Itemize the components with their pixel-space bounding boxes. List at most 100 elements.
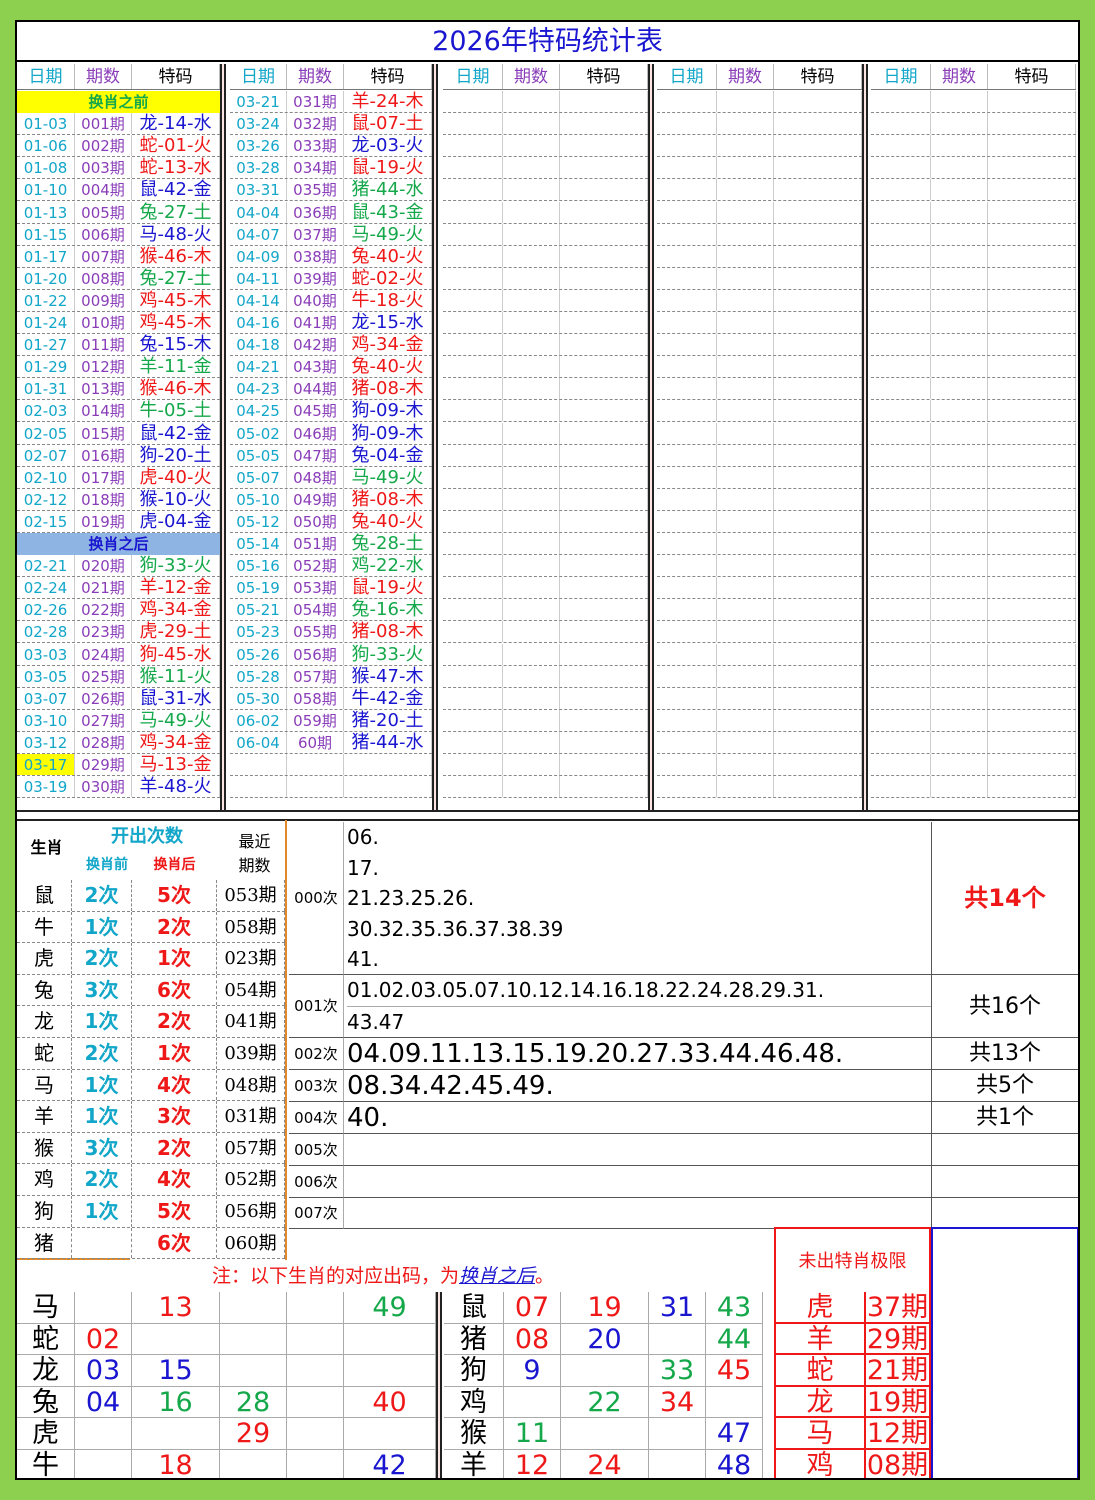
number-cell: 04: [75, 1386, 132, 1418]
stats-row: 鸡 2次 4次 052期: [17, 1164, 285, 1196]
code-cell: 鼠-43-金: [344, 201, 432, 223]
stats-r: 041期: [217, 1006, 285, 1037]
number-cell: [344, 1355, 436, 1386]
table-row: [657, 533, 862, 556]
issue-cell: 046期: [287, 422, 344, 444]
code-cell: 狗-20-土: [132, 444, 220, 466]
column-separator: [648, 64, 654, 810]
table-row: 03-24 032期 鼠-07-土: [230, 113, 432, 136]
limit-row: 马 12期: [774, 1418, 931, 1450]
date-cell: 05-28: [230, 665, 287, 687]
issue-cell: 038期: [287, 245, 344, 267]
stats-r: 048期: [217, 1069, 285, 1101]
group-total: 共13个: [969, 1041, 1041, 1066]
table-row: [443, 400, 648, 423]
group-numbers: 40.: [347, 1103, 389, 1133]
table-row: [443, 444, 648, 467]
date-cell: 03-07: [17, 687, 75, 709]
table-row: [657, 599, 862, 622]
table-row: [657, 488, 862, 511]
date-cell: 04-11: [230, 267, 287, 289]
group-numbers: 21.23.25.26.: [347, 886, 475, 911]
note-link[interactable]: 换肖之后: [459, 1265, 535, 1287]
table-row: [443, 731, 648, 754]
issue-cell: 021期: [75, 577, 132, 599]
date-cell: 03-10: [17, 709, 75, 731]
code-cell: 龙-03-火: [344, 135, 432, 157]
table-row: [871, 776, 1076, 799]
stats-z: 马: [17, 1069, 72, 1101]
code-cell: 狗-33-火: [132, 555, 220, 577]
code-cell: 鼠-19-火: [344, 577, 432, 599]
limit-row: 羊 29期: [774, 1323, 931, 1356]
issue-cell: 039期: [287, 267, 344, 289]
header-issue: 期数: [287, 64, 344, 89]
number-cell: 44: [706, 1323, 763, 1355]
stats-z: 猴: [17, 1132, 72, 1164]
code-cell: 马-49-火: [344, 223, 432, 245]
table-row: 04-07 037期 马-49-火: [230, 223, 432, 246]
number-cell: [287, 1450, 344, 1478]
code-row: 牛 18 42: [17, 1450, 436, 1478]
date-cell: 03-12: [17, 731, 75, 753]
issue-cell: 009期: [75, 289, 132, 311]
code-row: 兔 04 16 28 40: [17, 1386, 436, 1419]
table-row: 02-10 017期 虎-40-火: [17, 466, 220, 489]
table-row: 01-03 001期 龙-14-水: [17, 113, 220, 136]
code-cell: 兔-28-土: [344, 533, 432, 555]
table-row: [657, 776, 862, 799]
table-row: 01-27 011期 兔-15-木: [17, 334, 220, 357]
date-cell: 03-05: [17, 665, 75, 687]
code-cell: 猪-08-木: [344, 488, 432, 510]
stats-row: 猴 3次 2次 057期: [17, 1132, 285, 1165]
stats-row: 虎 2次 1次 023期: [17, 943, 285, 975]
stats-z: 羊: [17, 1101, 72, 1132]
stats-b: 2次: [72, 1038, 132, 1069]
stats-a: 5次: [132, 880, 217, 911]
number-cell: [649, 1418, 706, 1449]
header-code: 特码: [344, 64, 432, 89]
group-label: 007次: [289, 1198, 344, 1229]
code-cell: 虎-04-金: [132, 510, 220, 532]
group-label: 004次: [289, 1102, 344, 1134]
header-before: 换肖前: [86, 857, 128, 873]
limit-zodiac: 鸡: [776, 1450, 866, 1478]
number-cell: 22: [561, 1386, 649, 1418]
date-cell: 05-21: [230, 599, 287, 621]
stats-a: 6次: [132, 974, 217, 1006]
limit-zodiac: 虎: [776, 1292, 866, 1322]
zodiac-cell: 羊: [444, 1450, 504, 1478]
number-cell: [344, 1323, 436, 1355]
issue-cell: 053期: [287, 577, 344, 599]
blank-box: [931, 1227, 1078, 1478]
table-row: [657, 754, 862, 777]
issue-cell: 019期: [75, 510, 132, 532]
code-cell: 鸡-45-木: [132, 289, 220, 311]
table-row: 04-04 036期 鼠-43-金: [230, 201, 432, 224]
code-row: 羊 12 24 48: [444, 1450, 763, 1478]
table-row: 04-09 038期 兔-40-火: [230, 245, 432, 268]
table-row: 05-30 058期 牛-42-金: [230, 687, 432, 710]
code-cell: 牛-42-金: [344, 687, 432, 709]
code-cell: 鸡-34-金: [344, 334, 432, 356]
stats-b: 1次: [72, 1196, 132, 1227]
date-cell: 03-19: [17, 776, 75, 798]
table-row: 05-26 056期 狗-33-火: [230, 643, 432, 666]
issue-cell: 031期: [287, 91, 344, 113]
date-cell: 01-13: [17, 201, 75, 223]
table-row: [871, 157, 1076, 180]
column-separator: [220, 64, 226, 810]
zodiac-cell: 鼠: [444, 1292, 504, 1323]
code-cell: 猴-47-木: [344, 665, 432, 687]
stats-z: 牛: [17, 911, 72, 943]
code-cell: 鸡-34-金: [132, 731, 220, 753]
table-row: [657, 665, 862, 688]
stats-a: 1次: [132, 943, 217, 974]
stats-row: 鼠 2次 5次 053期: [17, 880, 285, 912]
issue-cell: 003期: [75, 157, 132, 179]
table-row: 03-05 025期 猴-11-火: [17, 665, 220, 688]
issue-cell: 048期: [287, 466, 344, 488]
date-cell: 04-21: [230, 356, 287, 378]
code-cell: 猪-08-木: [344, 378, 432, 400]
code-cell: 猴-46-木: [132, 245, 220, 267]
